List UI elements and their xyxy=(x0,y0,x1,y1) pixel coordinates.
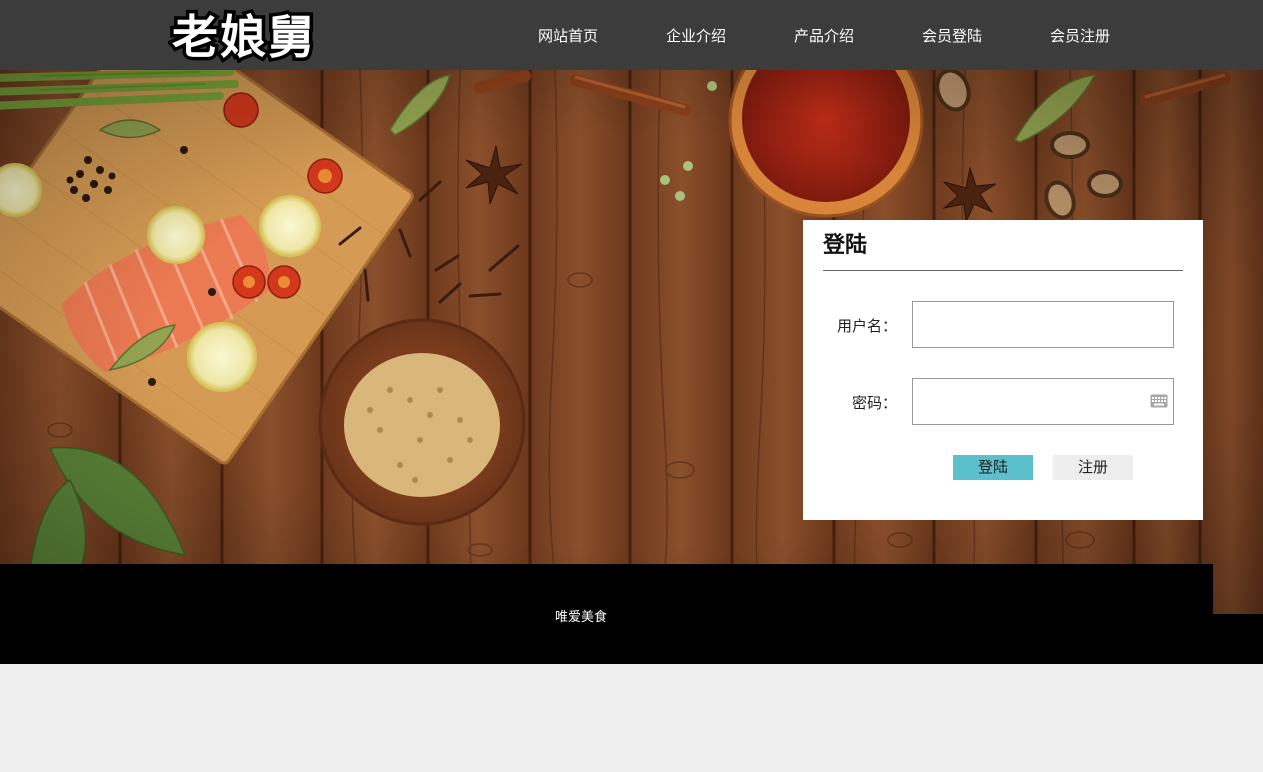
username-label: 用户名： xyxy=(836,317,897,335)
svg-text:老娘舅: 老娘舅 xyxy=(172,10,316,63)
login-panel: 登陆 用户名： 密码： 登陆 注册 xyxy=(803,220,1203,520)
nav-home[interactable]: 网站首页 xyxy=(504,25,632,46)
username-input[interactable] xyxy=(912,301,1174,348)
site-footer: 唯爱美食 xyxy=(0,564,1213,664)
nav-about[interactable]: 企业介绍 xyxy=(632,25,760,46)
footer-edge xyxy=(1213,614,1263,664)
footer-text: 唯爱美食 xyxy=(555,610,608,625)
nav-login[interactable]: 会员登陆 xyxy=(888,25,1016,46)
nav-products[interactable]: 产品介绍 xyxy=(760,25,888,46)
register-button[interactable]: 注册 xyxy=(1053,455,1133,480)
site-logo[interactable]: 老娘舅 xyxy=(168,7,338,63)
password-label: 密码： xyxy=(851,394,897,412)
site-header: 老娘舅 网站首页 企业介绍 产品介绍 会员登陆 会员注册 xyxy=(0,0,1263,70)
password-input[interactable] xyxy=(912,378,1174,425)
login-button[interactable]: 登陆 xyxy=(953,455,1033,480)
login-title: 登陆 xyxy=(823,232,1183,271)
main-nav: 网站首页 企业介绍 产品介绍 会员登陆 会员注册 xyxy=(504,0,1144,70)
keyboard-icon[interactable] xyxy=(1150,394,1168,408)
nav-register[interactable]: 会员注册 xyxy=(1016,25,1144,46)
